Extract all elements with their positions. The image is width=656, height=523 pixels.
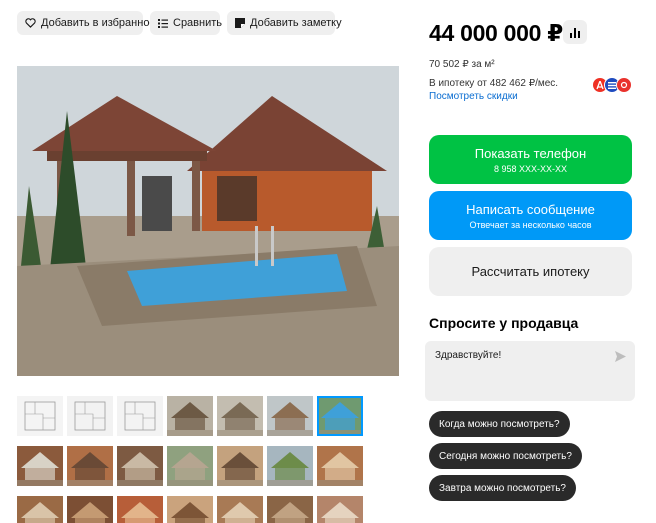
gallery-thumbnail[interactable]: [217, 446, 263, 486]
send-icon[interactable]: [615, 351, 626, 362]
mortgage-estimate: В ипотеку от 482 462 ₽/мес.: [429, 78, 559, 89]
write-message-label: Написать сообщение: [466, 201, 595, 217]
gallery-thumbnail[interactable]: [167, 496, 213, 523]
compare-button[interactable]: Сравнить: [150, 11, 223, 35]
bank-logo-red: [616, 77, 632, 93]
gallery-thumbnail[interactable]: [17, 396, 63, 436]
gallery-thumbnail[interactable]: [117, 496, 163, 523]
note-icon: [235, 18, 245, 28]
gallery-thumbnail[interactable]: [317, 396, 363, 436]
calculate-mortgage-label: Рассчитать ипотеку: [471, 264, 590, 279]
gallery-thumbnail[interactable]: [17, 446, 63, 486]
message-input[interactable]: Здравствуйте!: [425, 341, 635, 401]
write-message-button[interactable]: Написать сообщение Отвечает за несколько…: [429, 191, 632, 240]
gallery-thumbnail[interactable]: [267, 446, 313, 486]
compare-label: Сравнить: [173, 17, 223, 29]
bank-logos: [592, 77, 632, 93]
gallery-thumbnail[interactable]: [117, 396, 163, 436]
price-per-sqm: 70 502 ₽ за м²: [429, 59, 495, 70]
heart-icon: [25, 18, 36, 28]
quick-question-chip[interactable]: Когда можно посмотреть?: [429, 411, 570, 437]
discounts-link[interactable]: Посмотреть скидки: [429, 91, 518, 102]
response-time: Отвечает за несколько часов: [469, 219, 592, 230]
price-history-button[interactable]: [563, 20, 587, 44]
show-phone-label: Показать телефон: [474, 145, 587, 161]
add-to-favorites-button[interactable]: Добавить в избранное: [17, 11, 156, 35]
gallery-thumbnail[interactable]: [117, 446, 163, 486]
gallery-thumbnail[interactable]: [217, 396, 263, 436]
gallery-thumbnail[interactable]: [167, 396, 213, 436]
calculate-mortgage-button[interactable]: Рассчитать ипотеку: [429, 247, 632, 296]
price: 44 000 000 ₽: [429, 20, 563, 46]
show-phone-button[interactable]: Показать телефон 8 958 XXX-XX-XX: [429, 135, 632, 184]
gallery-thumbnail[interactable]: [67, 446, 113, 486]
masked-phone-number: 8 958 XXX-XX-XX: [493, 163, 568, 174]
main-photo[interactable]: [17, 66, 399, 376]
gallery-thumbnail[interactable]: [317, 446, 363, 486]
gallery-thumbnail[interactable]: [267, 496, 313, 523]
gallery-thumbnail[interactable]: [67, 396, 113, 436]
gallery-thumbnail[interactable]: [317, 496, 363, 523]
add-note-label: Добавить заметку: [250, 17, 342, 29]
compare-icon: [158, 19, 168, 28]
message-input-value: Здравствуйте!: [435, 350, 502, 361]
gallery-thumbnail[interactable]: [67, 496, 113, 523]
add-note-button[interactable]: Добавить заметку: [227, 11, 342, 35]
quick-question-chip[interactable]: Завтра можно посмотреть?: [429, 475, 576, 501]
gallery-thumbnail[interactable]: [167, 446, 213, 486]
quick-question-chip[interactable]: Сегодня можно посмотреть?: [429, 443, 582, 469]
gallery-thumbnail[interactable]: [267, 396, 313, 436]
gallery-thumbnail[interactable]: [217, 496, 263, 523]
add-to-favorites-label: Добавить в избранное: [41, 17, 156, 29]
gallery-thumbnail[interactable]: [17, 496, 63, 523]
ask-seller-heading: Спросите у продавца: [429, 315, 579, 331]
